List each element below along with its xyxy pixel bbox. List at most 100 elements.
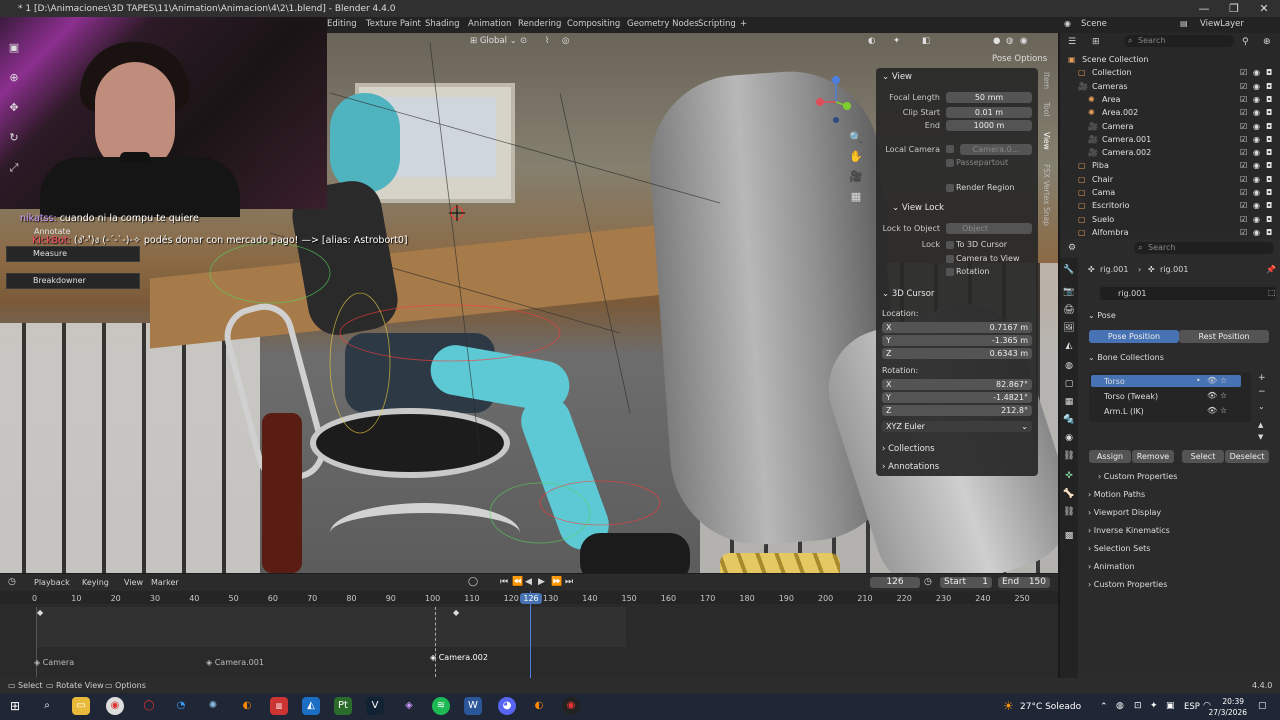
visibility-eye-icon[interactable]: ◉ — [1253, 95, 1260, 104]
exclude-checkbox-icon[interactable]: ☑ — [1240, 95, 1247, 104]
visibility-eye-icon[interactable]: 👁 — [1207, 391, 1217, 400]
rotation-lock-checkbox[interactable] — [946, 268, 954, 276]
edge-icon[interactable]: ◔ — [172, 697, 190, 715]
outliner-row[interactable]: ✺ Area ☑ ◉ ◘ — [1060, 94, 1280, 107]
output-tab-icon[interactable]: 🖨 — [1061, 302, 1077, 318]
notification-icon[interactable]: ▢ — [1258, 701, 1267, 711]
outliner-editor-icon[interactable]: ☰ — [1068, 37, 1076, 47]
file-explorer-icon[interactable]: ▭ — [72, 697, 90, 715]
filter-icon[interactable]: ⚲ — [1242, 37, 1249, 47]
tool-breakdowner[interactable]: Breakdowner — [6, 273, 140, 289]
to-3d-cursor-checkbox[interactable] — [946, 241, 954, 249]
exclude-checkbox-icon[interactable]: ☑ — [1240, 82, 1247, 91]
marker-menu[interactable]: Marker — [151, 578, 179, 587]
exclude-checkbox-icon[interactable]: ☑ — [1240, 188, 1247, 197]
jump-start-icon[interactable]: ⏮ — [500, 577, 508, 587]
render-camera-icon[interactable]: ◘ — [1266, 215, 1272, 224]
visibility-eye-icon[interactable]: ◉ — [1253, 108, 1260, 117]
tab-item[interactable]: Item — [1042, 72, 1051, 89]
pivot-icon[interactable]: ⊙ — [520, 36, 527, 46]
cursor-icon[interactable]: ⊕ — [6, 70, 22, 86]
tab-tool[interactable]: Tool — [1042, 102, 1051, 117]
outliner-row[interactable]: ▢ Piba ☑ ◉ ◘ — [1060, 160, 1280, 173]
exclude-checkbox-icon[interactable]: ☑ — [1240, 201, 1247, 210]
opera-icon[interactable]: ◯ — [140, 697, 158, 715]
bone-constraint-tab-icon[interactable]: ⛓ — [1061, 504, 1077, 520]
bone-collection-item[interactable]: Torso — [1104, 377, 1125, 386]
chrome-icon[interactable]: ◉ — [106, 697, 124, 715]
visibility-eye-icon[interactable]: ◉ — [1253, 68, 1260, 77]
marker-camera-001[interactable]: ◈ Camera.001 — [206, 658, 264, 667]
tab-animation[interactable]: Animation — [468, 19, 511, 29]
start-frame-field[interactable]: Start 1 — [940, 577, 992, 588]
outliner-row[interactable]: ▢ Cama ☑ ◉ ◘ — [1060, 187, 1280, 200]
outliner-row[interactable]: ▢ Escritorio ☑ ◉ ◘ — [1060, 200, 1280, 213]
cursor-rotation-x[interactable]: X 82.867° — [882, 379, 1032, 390]
outliner-row[interactable]: 🎥 Camera.002 ☑ ◉ ◘ — [1060, 147, 1280, 160]
tray-app-icon[interactable]: ▣ — [1166, 701, 1175, 711]
bone-collections-custom-properties[interactable]: › Custom Properties — [1098, 472, 1177, 481]
collections-header[interactable]: › Collections — [882, 444, 935, 454]
tray-app-icon[interactable]: ◍ — [1116, 701, 1124, 711]
word-icon[interactable]: W — [464, 697, 482, 715]
render-camera-icon[interactable]: ◘ — [1266, 108, 1272, 117]
new-collection-icon[interactable]: ⊕ — [1263, 37, 1271, 47]
visibility-eye-icon[interactable]: ◉ — [1253, 135, 1260, 144]
marker-camera[interactable]: ◈ Camera — [34, 658, 74, 667]
clip-end-field[interactable]: 1000 m — [946, 120, 1032, 131]
weather-text[interactable]: 27°C Soleado — [1020, 702, 1081, 712]
outliner-row[interactable]: ▣ Scene Collection — [1060, 54, 1280, 67]
rest-position-button[interactable]: Rest Position — [1179, 330, 1269, 343]
snap-icon[interactable]: ⌇ — [545, 36, 549, 46]
shading-rendered-icon[interactable]: ◉ — [1020, 36, 1027, 46]
tab-scripting[interactable]: Scripting — [698, 19, 736, 29]
shading-material-icon[interactable]: ◍ — [1006, 36, 1013, 46]
play-reverse-icon[interactable]: ◀ — [525, 577, 532, 587]
language-indicator[interactable]: ESP — [1184, 702, 1200, 712]
solo-star-icon[interactable]: ☆ — [1220, 376, 1227, 385]
move-icon[interactable]: ✥ — [6, 100, 22, 116]
playback-menu[interactable]: Playback — [34, 578, 70, 587]
render-camera-icon[interactable]: ◘ — [1266, 148, 1272, 157]
view-panel-header[interactable]: ⌄ View — [882, 72, 912, 82]
pycharm-icon[interactable]: Pt — [334, 697, 352, 715]
record-icon[interactable]: ◯ — [468, 577, 478, 587]
exclude-checkbox-icon[interactable]: ☑ — [1240, 135, 1247, 144]
properties-search-input[interactable]: Search — [1134, 242, 1274, 254]
timeline-body[interactable]: ◆ ◆ ◈ Camera ◈ Camera.001 ◈ Camera.002 — [0, 591, 1058, 678]
scale-icon[interactable]: ⤢ — [6, 160, 22, 176]
zoom-icon[interactable]: 🔍 — [848, 130, 864, 146]
keying-menu[interactable]: Keying — [82, 578, 109, 587]
modifier-tab-icon[interactable]: 🔩 — [1061, 412, 1077, 428]
next-keyframe-icon[interactable]: ⏩ — [551, 577, 562, 587]
render-camera-icon[interactable]: ◘ — [1266, 188, 1272, 197]
photos-icon[interactable]: ◭ — [302, 697, 320, 715]
cursor-location-x[interactable]: X 0.7167 m — [882, 322, 1032, 333]
gizmo-toggle-icon[interactable]: ✦ — [893, 36, 900, 46]
app-icon[interactable]: ◈ — [400, 697, 418, 715]
spotify-icon[interactable]: ≋ — [432, 697, 450, 715]
remove-bone-collection-icon[interactable]: − — [1258, 387, 1266, 397]
prev-keyframe-icon[interactable]: ⏪ — [512, 577, 523, 587]
tab-texture-paint[interactable]: Texture Paint — [366, 19, 421, 29]
tool-measure[interactable]: Measure — [6, 246, 140, 262]
tray-chevron-icon[interactable]: ⌃ — [1100, 702, 1108, 712]
blender-icon[interactable]: ◐ — [530, 697, 548, 715]
solo-star-icon[interactable]: ☆ — [1220, 391, 1227, 400]
cursor-rotation-z[interactable]: Z 212.8° — [882, 405, 1032, 416]
visibility-eye-icon[interactable]: ◉ — [1253, 201, 1260, 210]
windows-start-icon[interactable]: ⊞ — [6, 697, 24, 715]
exclude-checkbox-icon[interactable]: ☑ — [1240, 175, 1247, 184]
close-button[interactable]: ✕ — [1248, 0, 1280, 17]
pose-panel-header[interactable]: ⌄ Pose — [1088, 311, 1116, 320]
display-mode-icon[interactable]: ⊞ — [1092, 37, 1100, 47]
render-camera-icon[interactable]: ◘ — [1266, 201, 1272, 210]
constraint-tab-icon[interactable]: ⛓ — [1061, 448, 1077, 464]
view-layer-name[interactable]: ViewLayer — [1200, 19, 1244, 29]
exclude-checkbox-icon[interactable]: ☑ — [1240, 108, 1247, 117]
navigation-gizmo[interactable] — [814, 72, 858, 124]
view-lock-header[interactable]: ⌄ View Lock — [892, 203, 944, 213]
cursor-location-z[interactable]: Z 0.6343 m — [882, 348, 1032, 359]
bone-collections-header[interactable]: ⌄ Bone Collections — [1088, 353, 1164, 362]
outliner-row[interactable]: 🎥 Camera ☑ ◉ ◘ — [1060, 121, 1280, 134]
